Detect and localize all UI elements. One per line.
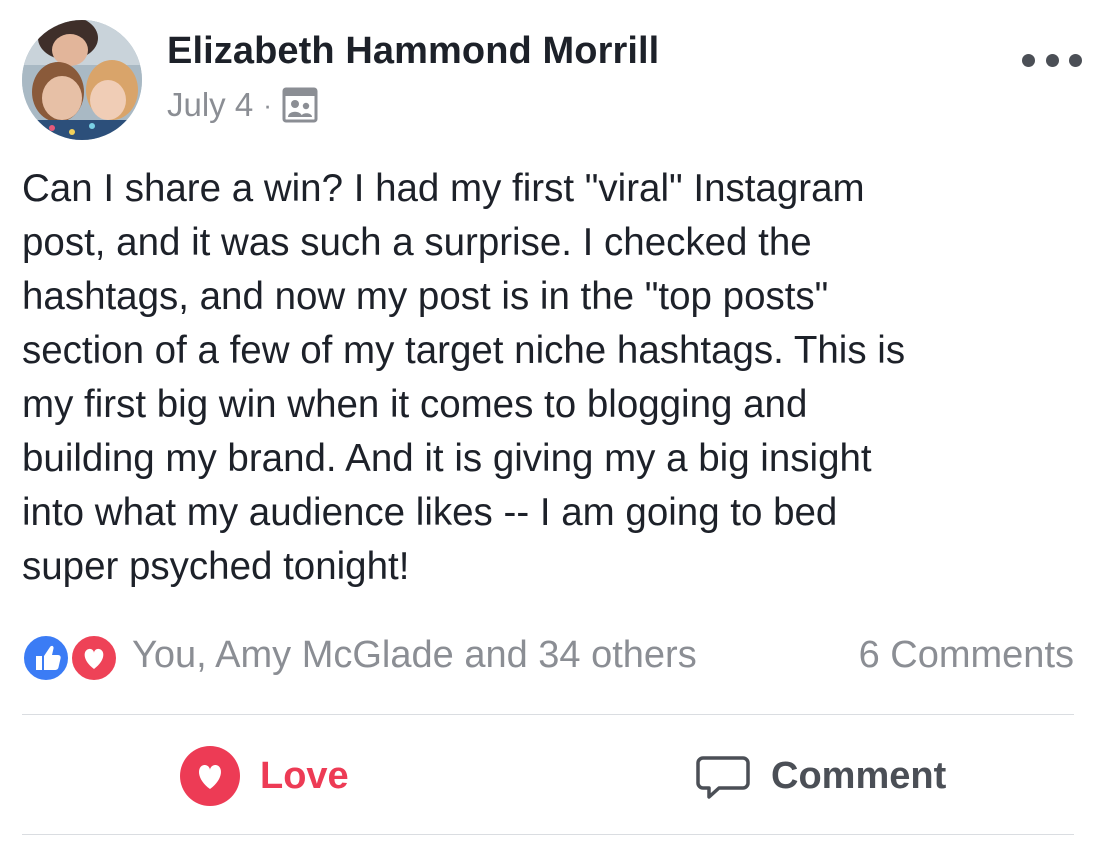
more-options-button[interactable] (1022, 46, 1082, 74)
love-button[interactable]: Love (180, 744, 349, 808)
reaction-icons[interactable] (22, 632, 122, 682)
comment-bubble-icon (696, 756, 750, 799)
heart-icon (180, 746, 240, 806)
post-date[interactable]: July 4 (167, 86, 253, 124)
more-icon-dot (1022, 53, 1035, 67)
love-icon (70, 634, 118, 682)
love-label: Love (260, 754, 349, 797)
more-icon-dot (1069, 53, 1082, 67)
reaction-summary[interactable]: You, Amy McGlade and 34 others 6 Comment… (22, 630, 1074, 682)
comments-count[interactable]: 6 Comments (859, 634, 1074, 677)
like-icon (22, 634, 70, 682)
more-icon-dot (1045, 53, 1059, 67)
author-name[interactable]: Elizabeth Hammond Morrill (167, 30, 659, 73)
facebook-post: Elizabeth Hammond Morrill July 4 · Can I… (0, 0, 1099, 852)
avatar-photo (22, 20, 142, 140)
reactors-text[interactable]: You, Amy McGlade and 34 others (132, 634, 697, 677)
comment-button[interactable]: Comment (695, 744, 946, 808)
meta-separator: · (263, 89, 272, 120)
divider (22, 714, 1074, 715)
avatar[interactable] (22, 20, 142, 140)
post-text: Can I share a win? I had my first "viral… (22, 167, 906, 588)
divider (22, 834, 1074, 835)
group-icon[interactable] (282, 87, 318, 123)
comment-label: Comment (771, 754, 947, 797)
post-meta: July 4 · (167, 86, 318, 124)
